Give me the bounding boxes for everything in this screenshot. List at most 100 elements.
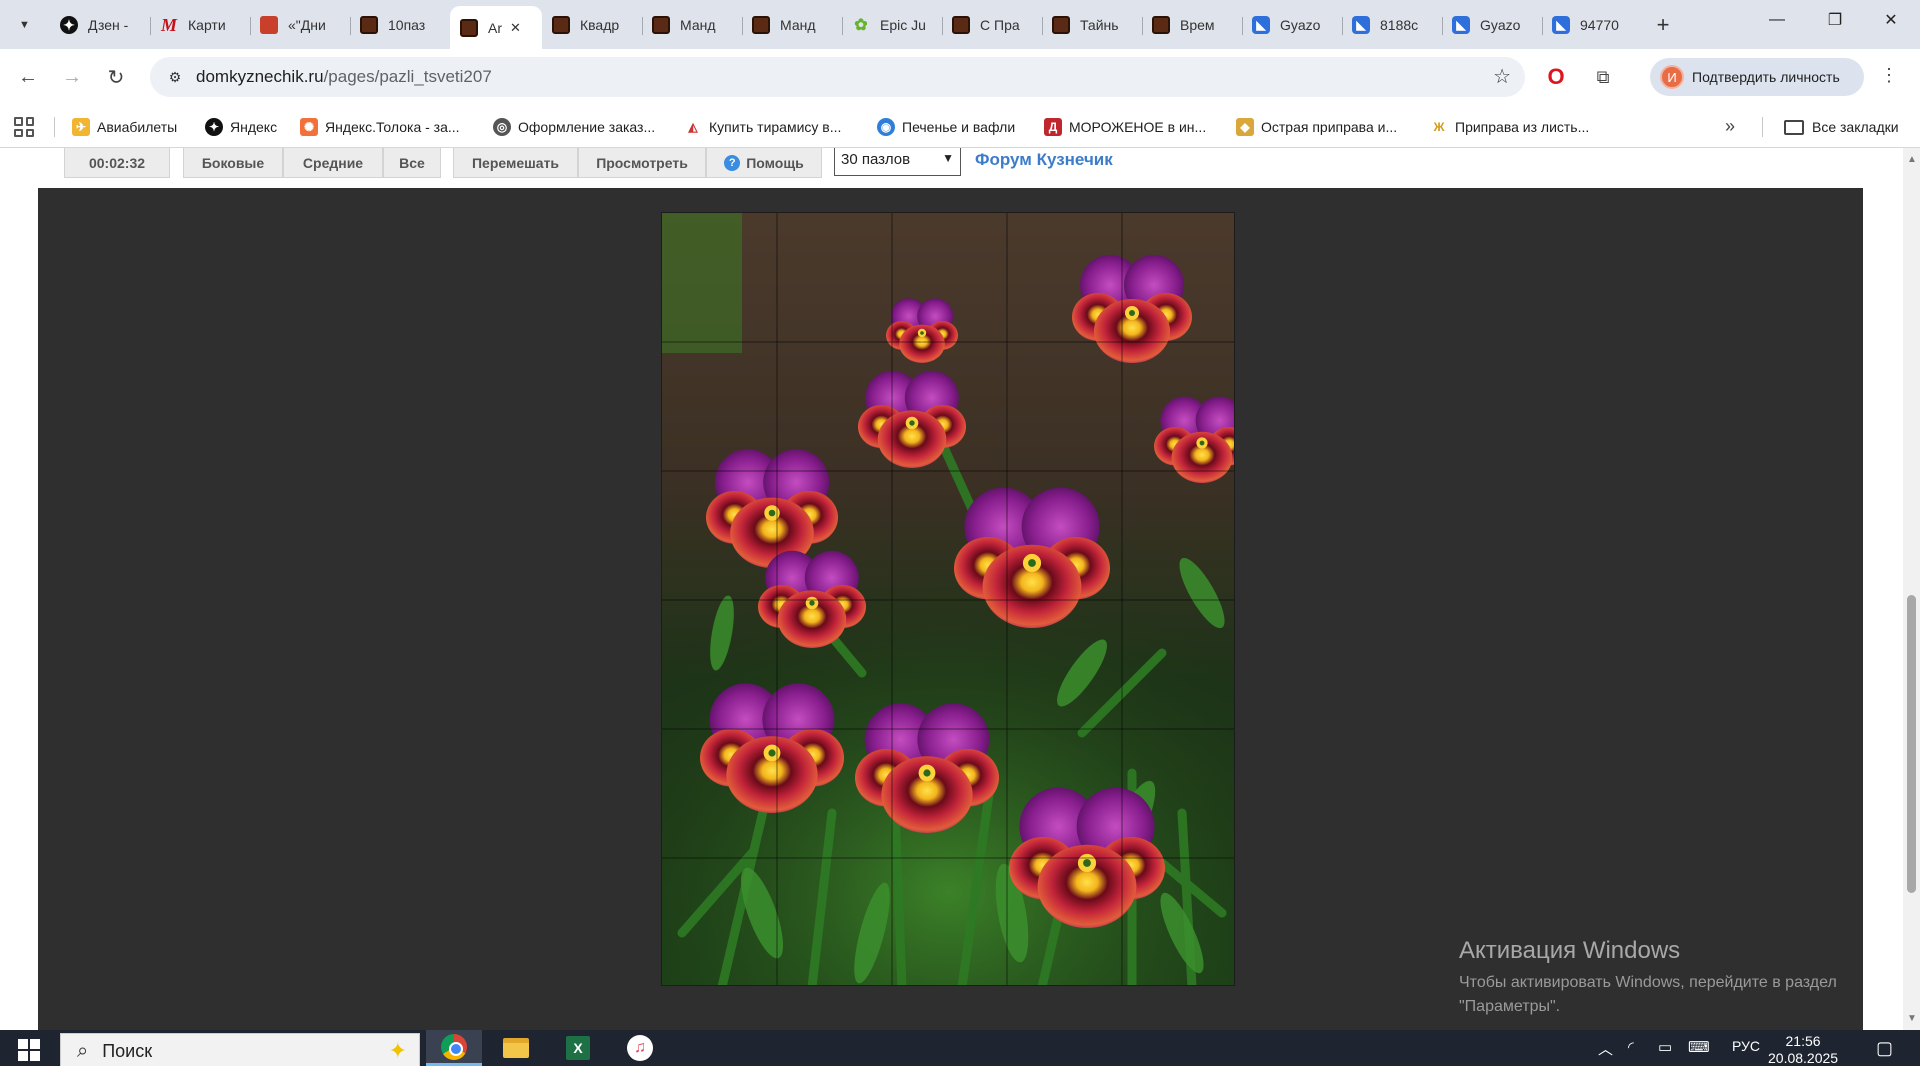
tab[interactable]: Манд [742,6,842,44]
tab[interactable]: 10паз [350,6,450,44]
bookmark-item[interactable]: ✈ Авиабилеты [72,116,177,138]
back-button[interactable]: ← [10,59,46,95]
gyazo-icon: ◣ [1452,16,1470,34]
tab-title: С Пра [980,17,1020,33]
new-tab-button[interactable]: + [1646,6,1680,44]
arrow-left-icon: ← [18,65,38,88]
chevron-double-right-icon[interactable]: » [1725,116,1735,137]
preview-button[interactable]: Просмотреть [578,148,706,178]
tab-search-dropdown-button[interactable]: ▼ [10,11,39,39]
tab[interactable]: ✿ Epic Ju [842,6,942,44]
all-bookmarks-button[interactable]: Все закладки [1784,116,1899,138]
search-icon: ⌕ [77,1039,89,1062]
taskbar-itunes[interactable]: ♫ [612,1030,668,1066]
tab[interactable]: Квадр [542,6,642,44]
tab-active[interactable]: Ar ✕ [450,6,542,49]
tab-title: Дзен - [88,17,129,33]
tab[interactable]: ◣ Gyazo [1442,6,1542,44]
taskbar-chrome[interactable] [426,1030,482,1066]
bookmark-item[interactable]: ◭ Купить тирамису в... [684,116,841,138]
sparkle-icon: ✦ [388,1038,407,1063]
minimize-icon: — [1769,11,1785,28]
keyboard-icon[interactable]: ⌨ [1688,1038,1710,1056]
address-bar[interactable]: ⚙ domkyznechik.ru/pages/pazli_tsveti207 … [150,57,1525,97]
tab-title: Квадр [580,17,620,33]
page-scrollbar[interactable]: ▲ ▼ [1903,148,1920,1030]
tab[interactable]: Тайнь [1042,6,1142,44]
notification-icon[interactable]: ▢ [1876,1038,1893,1059]
battery-icon[interactable]: ▭ [1658,1038,1672,1056]
taskbar-excel[interactable]: X [550,1030,606,1066]
language-indicator[interactable]: РУС [1732,1038,1760,1054]
url-text[interactable]: domkyznechik.ru/pages/pazli_tsveti207 [196,67,492,87]
tab[interactable]: ◣ Gyazo [1242,6,1342,44]
tab[interactable]: Манд [642,6,742,44]
taskbar-clock[interactable]: 21:56 20.08.2025 [1768,1033,1838,1066]
windows-activation-watermark: Активация Windows Чтобы активировать Win… [1459,937,1837,1019]
tray-chevron-up-icon[interactable]: ︿ [1598,1038,1613,1059]
leaf-icon: Ж [1430,118,1448,136]
close-window-button[interactable]: ✕ [1862,0,1920,40]
more-menu-icon[interactable]: ⋮ [1880,66,1898,84]
puzzle-favicon [652,16,670,34]
wifi-icon[interactable]: ◜ [1628,1038,1634,1056]
side-pieces-button[interactable]: Боковые [183,148,283,178]
url-domain: domkyznechik.ru [196,67,324,86]
help-button[interactable]: ? Помощь [706,148,822,178]
all-pieces-button[interactable]: Все [383,148,441,178]
tab[interactable]: M Карти [150,6,250,44]
tab-title: Тайнь [1080,17,1119,33]
url-path: /pages/pazli_tsveti207 [323,67,492,86]
extensions-puzzle-icon[interactable]: ⧉ [1590,64,1616,90]
tab[interactable]: «"Дни [250,6,350,44]
site-info-icon[interactable]: ⚙ [162,64,188,90]
plus-icon: + [1656,12,1670,37]
taskbar-search-input[interactable]: ⌕ Поиск ✦ [60,1033,420,1066]
tab[interactable]: ◣ 94770 [1542,6,1642,44]
scroll-down-icon[interactable]: ▼ [1907,1013,1917,1024]
tab-title: Gyazo [1480,17,1521,33]
tab-title: Ar [488,19,502,36]
bookmark-item[interactable]: ✺ Яндекс.Толока - за... [300,116,460,138]
bookmark-item[interactable]: ◎ Оформление заказ... [493,116,655,138]
browser-toolbar: ← → ↻ ⚙ domkyznechik.ru/pages/pazli_tsve… [0,49,1920,105]
forward-button[interactable]: → [54,59,90,95]
puzzle-favicon [552,16,570,34]
restore-button[interactable]: ❐ [1806,0,1864,40]
minimize-button[interactable]: — [1748,0,1806,40]
scroll-up-icon[interactable]: ▲ [1907,154,1917,165]
plane-icon: ✈ [72,118,90,136]
piece-count-select[interactable]: 30 пазлов ▼ [834,148,961,176]
help-icon: ? [724,154,741,171]
windows-start-icon[interactable] [18,1039,40,1061]
bookmark-item[interactable]: ◉ Печенье и вафли [877,116,1015,138]
taskbar-file-explorer[interactable] [488,1030,544,1066]
bookmark-star-icon[interactable]: ☆ [1493,64,1511,89]
tab[interactable]: Врем [1142,6,1242,44]
apps-grid-icon[interactable] [14,117,34,137]
bookmark-item[interactable]: ◆ Острая приправа и... [1236,116,1397,138]
tab[interactable]: ◣ 8188c [1342,6,1442,44]
bookmark-item[interactable]: Ж Приправа из листь... [1430,116,1589,138]
bookmark-item[interactable]: ✦ Яндекс [205,116,277,138]
forum-link[interactable]: Форум Кузнечик [975,150,1113,170]
reload-icon: ↻ [107,66,125,89]
tab-title: Манд [780,17,816,33]
tab[interactable]: ✦ Дзен - [50,6,150,44]
profile-button[interactable]: И Подтвердить личность [1650,58,1864,96]
cake-icon: ◭ [684,118,702,136]
help-label: Помощь [746,154,804,171]
tab[interactable]: С Пра [942,6,1042,44]
reload-button[interactable]: ↻ [98,59,134,95]
tab-title: «"Дни [288,17,326,33]
spice-icon: ◆ [1236,118,1254,136]
shuffle-button[interactable]: Перемешать [453,148,578,178]
middle-pieces-button[interactable]: Средние [283,148,383,178]
scrollbar-thumb[interactable] [1907,595,1916,893]
bookmark-item[interactable]: Д МОРОЖЕНОЕ в ин... [1044,116,1206,138]
close-icon[interactable]: ✕ [510,20,521,36]
tab-title: 10паз [388,17,426,33]
bookmark-label: Приправа из листь... [1455,119,1590,135]
opera-extension-icon[interactable]: O [1543,64,1569,90]
puzzle-image[interactable] [661,212,1235,986]
